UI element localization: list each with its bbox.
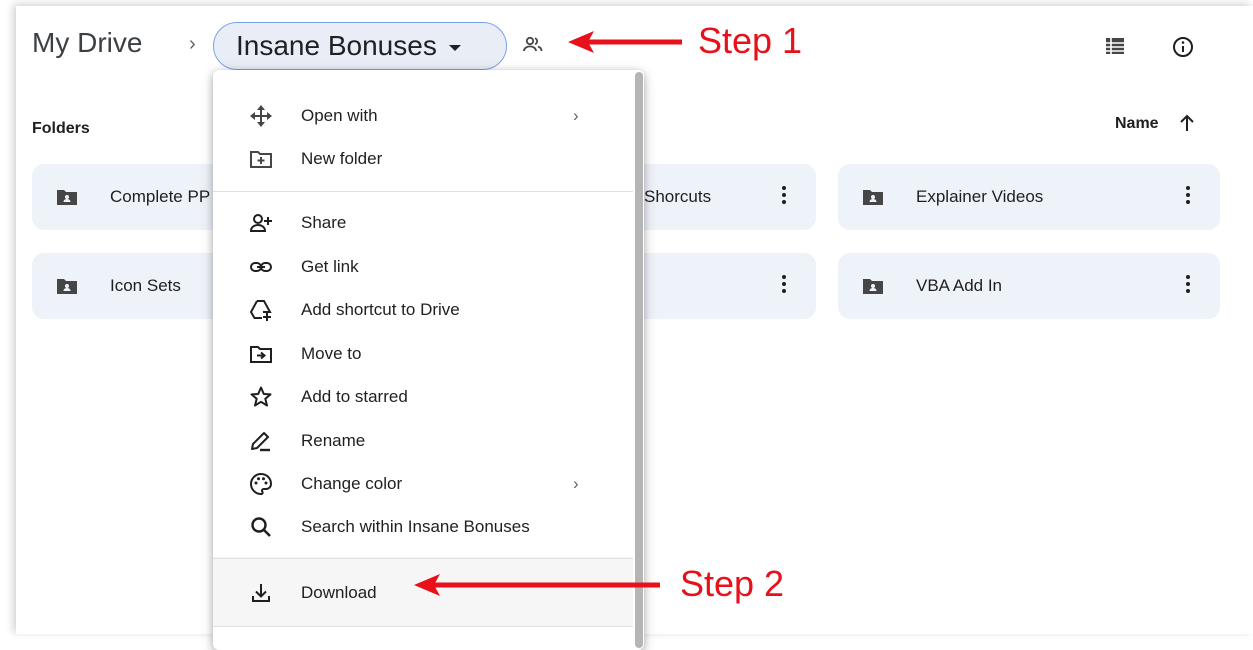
menu-item-move-to[interactable]: Move to <box>213 332 633 374</box>
breadcrumb-separator: › <box>189 33 196 55</box>
chevron-right-icon: › <box>573 474 579 493</box>
shared-people-icon[interactable] <box>522 36 544 59</box>
menu-item-label: Get link <box>301 257 359 276</box>
step2-label: Step 2 <box>680 563 785 604</box>
folder-name: Complete PP <box>110 187 211 206</box>
menu-item-label: Share <box>301 213 347 232</box>
step2-arrow <box>414 574 660 596</box>
menu-item-share[interactable]: Share <box>213 201 633 243</box>
folder-name: Shorcuts <box>644 187 712 206</box>
menu-item-add-shortcut[interactable]: Add shortcut to Drive <box>213 288 633 330</box>
search-icon <box>249 515 273 539</box>
folder-context-menu: Open with › New folder Share Get link Ad… <box>213 70 644 650</box>
menu-divider <box>213 626 633 627</box>
arrow-up-icon[interactable] <box>1178 113 1196 138</box>
shared-folder-icon <box>56 188 78 211</box>
menu-divider <box>213 191 633 192</box>
folder-name: Explainer Videos <box>916 187 1044 206</box>
menu-item-label: Open with <box>301 106 378 125</box>
step1-label: Step 1 <box>698 20 803 61</box>
menu-item-label: Search within Insane Bonuses <box>301 517 530 536</box>
more-options-icon[interactable] <box>1185 184 1191 211</box>
palette-icon <box>249 472 273 496</box>
menu-item-get-link[interactable]: Get link <box>213 245 633 287</box>
menu-item-label: Change color <box>301 474 403 493</box>
menu-item-label: New folder <box>301 149 383 168</box>
folder-card[interactable]: Explainer Videos <box>838 164 1220 230</box>
rename-pencil-icon <box>249 429 273 453</box>
menu-item-label: Move to <box>301 344 362 363</box>
caret-down-icon <box>448 45 461 51</box>
chevron-right-icon: › <box>573 106 579 125</box>
more-options-icon[interactable] <box>781 184 787 211</box>
menu-item-label: Rename <box>301 431 366 450</box>
menu-item-label: Add to starred <box>301 387 408 406</box>
breadcrumb-current-label: Insane Bonuses <box>236 30 437 61</box>
drive-shortcut-icon <box>249 298 273 322</box>
step1-arrow <box>568 31 682 53</box>
link-icon <box>249 255 273 279</box>
person-add-icon <box>249 211 273 235</box>
more-options-icon[interactable] <box>1185 273 1191 300</box>
breadcrumb-my-drive[interactable]: My Drive <box>32 27 142 59</box>
folders-heading: Folders <box>32 120 90 137</box>
star-icon <box>249 385 273 409</box>
folder-name: VBA Add In <box>916 276 1003 295</box>
menu-item-search-within[interactable]: Search within Insane Bonuses <box>213 505 633 547</box>
menu-item-label: Download <box>301 583 377 602</box>
menu-item-open-with[interactable]: Open with › <box>213 94 633 136</box>
menu-item-label: Add shortcut to Drive <box>301 300 460 319</box>
shared-folder-icon <box>56 277 78 300</box>
menu-scrollbar[interactable] <box>635 72 643 648</box>
folder-name: Icon Sets <box>110 276 181 295</box>
move-arrows-icon <box>249 104 273 128</box>
more-options-icon[interactable] <box>781 273 787 300</box>
list-view-icon[interactable] <box>1104 36 1126 61</box>
shared-folder-icon <box>862 188 884 211</box>
menu-item-add-to-starred[interactable]: Add to starred <box>213 375 633 417</box>
menu-divider <box>213 558 633 559</box>
menu-item-new-folder[interactable]: New folder <box>213 137 633 179</box>
download-icon <box>249 581 273 605</box>
menu-item-rename[interactable]: Rename <box>213 419 633 461</box>
new-folder-icon <box>249 147 273 171</box>
folder-card[interactable]: VBA Add In <box>838 253 1220 319</box>
info-icon[interactable] <box>1171 35 1195 64</box>
menu-item-change-color[interactable]: Change color › <box>213 462 633 504</box>
sort-by-name-button[interactable]: Name <box>1115 115 1159 133</box>
move-to-folder-icon <box>249 342 273 366</box>
shared-folder-icon <box>862 277 884 300</box>
breadcrumb-current-folder-button[interactable]: Insane Bonuses <box>213 22 507 70</box>
